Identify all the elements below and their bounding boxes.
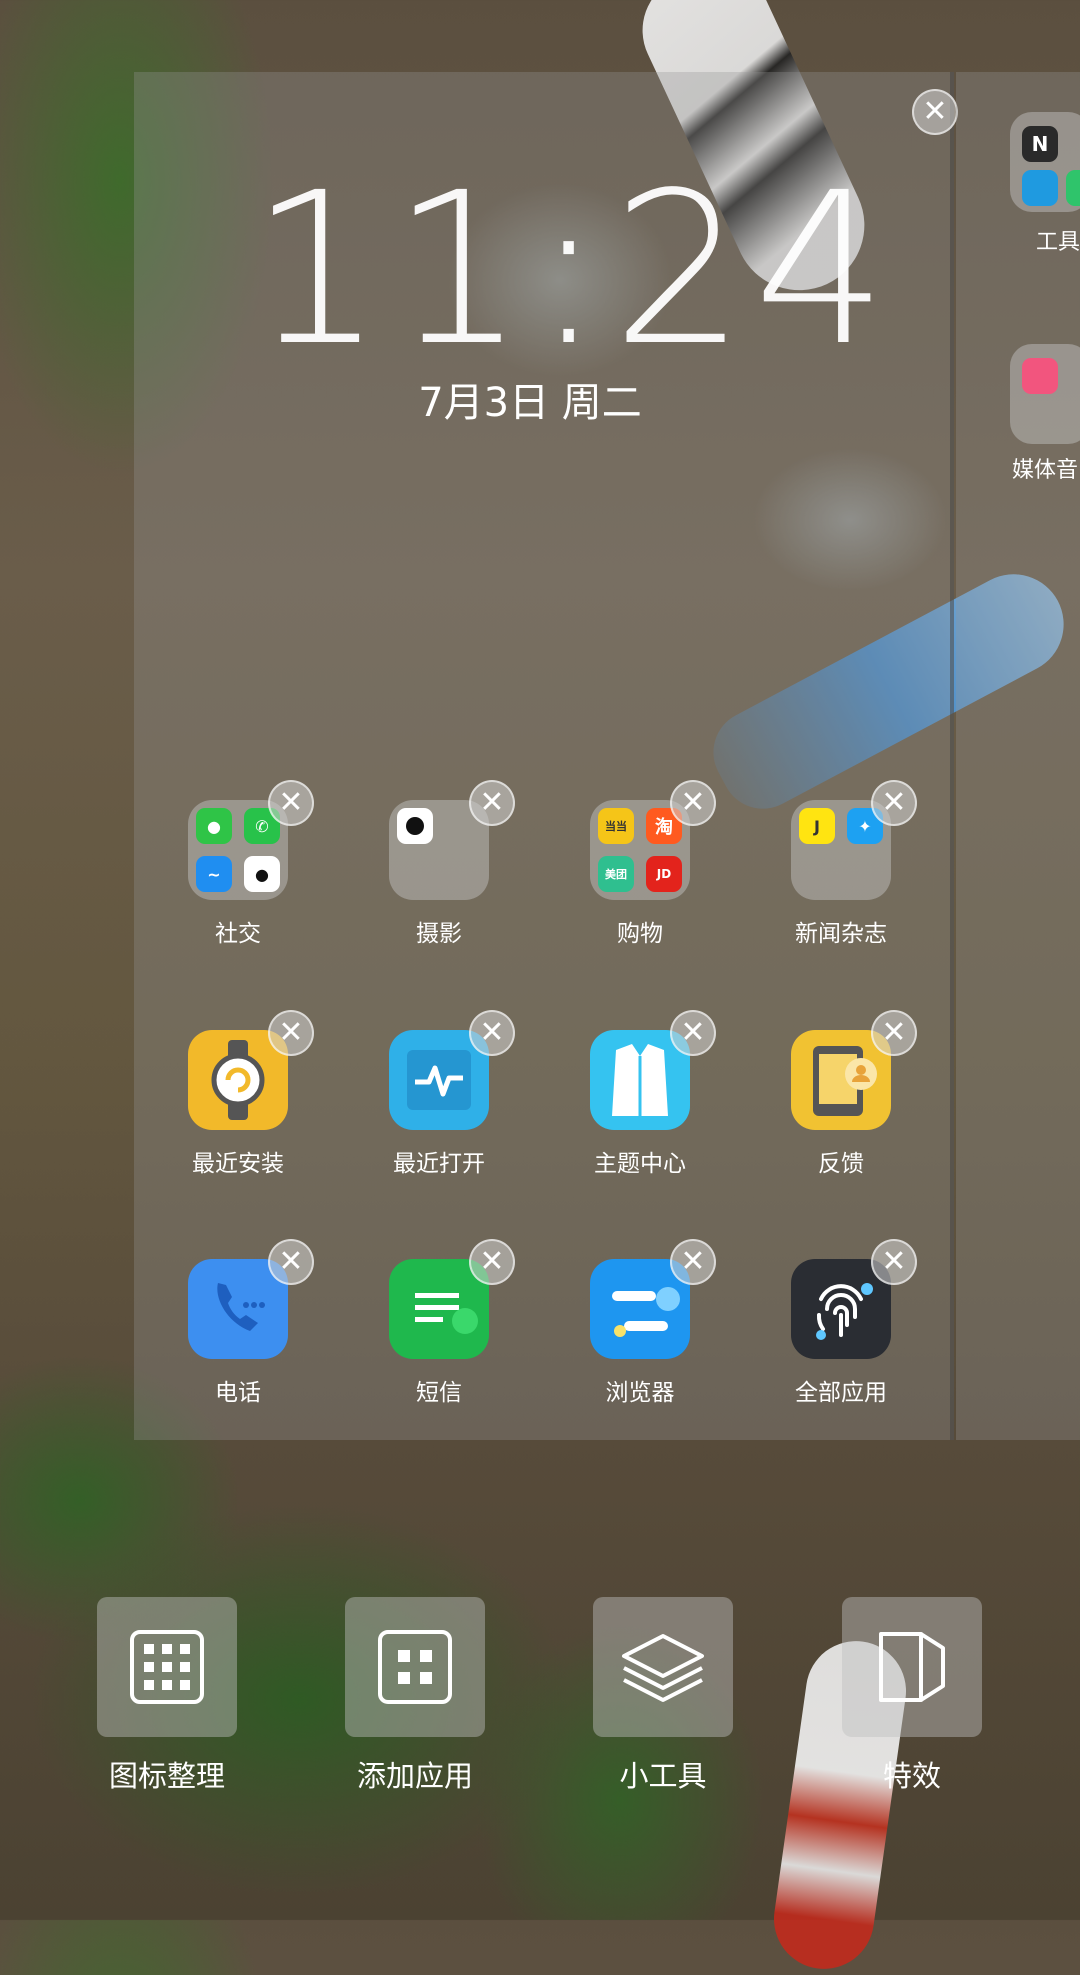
folder-photography[interactable]: 摄影 ✕	[349, 780, 529, 948]
qq-icon: ●	[244, 856, 280, 892]
dock-box	[345, 1597, 485, 1737]
remove-app-button[interactable]: ✕	[670, 780, 716, 826]
messenger-icon: ~	[196, 856, 232, 892]
remove-app-button[interactable]: ✕	[268, 1010, 314, 1056]
app-label: 最近打开	[393, 1151, 485, 1177]
app-all-apps[interactable]: 全部应用 ✕	[751, 1239, 931, 1407]
remove-app-button[interactable]: ✕	[268, 1239, 314, 1285]
dock-label: 小工具	[619, 1759, 707, 1793]
dock-add-apps[interactable]: 添加应用	[325, 1597, 505, 1795]
remove-app-button[interactable]: ✕	[871, 1239, 917, 1285]
remove-app-button[interactable]: ✕	[871, 780, 917, 826]
app-browser[interactable]: 浏览器 ✕	[550, 1239, 730, 1407]
tools-folder[interactable]: N	[1010, 112, 1080, 212]
dock-organize-icons[interactable]: 图标整理	[77, 1597, 257, 1795]
media-folder-label: 媒体音	[1012, 458, 1079, 483]
app-label: 电话	[215, 1380, 261, 1406]
next-page-preview[interactable]: N 工具 媒体音	[956, 72, 1080, 1440]
app-phone[interactable]: 电话 ✕	[148, 1239, 328, 1407]
app-label: 全部应用	[795, 1380, 887, 1406]
green-app-icon	[1066, 170, 1080, 206]
remove-app-button[interactable]: ✕	[268, 780, 314, 826]
dock-widgets[interactable]: 小工具	[573, 1597, 753, 1795]
app-label: 主题中心	[594, 1151, 686, 1177]
app-messages[interactable]: 短信 ✕	[349, 1239, 529, 1407]
app-theme-center[interactable]: 主题中心 ✕	[550, 1010, 730, 1178]
app-label: 反馈	[818, 1151, 864, 1177]
media-folder[interactable]	[1010, 344, 1080, 444]
notion-icon: N	[1022, 126, 1058, 162]
close-page-button[interactable]: ✕	[912, 89, 958, 135]
app-label: 新闻杂志	[795, 921, 887, 947]
bilibili-icon	[1022, 358, 1058, 394]
dock-box	[593, 1597, 733, 1737]
wechat-icon: ●	[196, 808, 232, 844]
add-app-icon	[378, 1630, 452, 1704]
app-recently-opened[interactable]: 最近打开 ✕	[349, 1010, 529, 1178]
dock-box	[842, 1597, 982, 1737]
remove-app-button[interactable]: ✕	[670, 1239, 716, 1285]
app-label: 最近安装	[192, 1151, 284, 1177]
jike-icon: J	[799, 808, 835, 844]
meituan-icon: 美团	[598, 856, 634, 892]
remove-app-button[interactable]: ✕	[469, 1239, 515, 1285]
folder-news[interactable]: J ✦ 新闻杂志 ✕	[751, 780, 931, 948]
folder-shopping[interactable]: 当当 淘 美团 JD 购物 ✕	[550, 780, 730, 948]
tools-folder-label: 工具	[1036, 230, 1080, 255]
app-label: 购物	[617, 921, 663, 947]
app-label: 摄影	[416, 921, 462, 947]
app-label: 短信	[416, 1380, 462, 1406]
clock-widget[interactable]: 11:24	[250, 165, 887, 375]
camera-app-icon	[397, 808, 433, 844]
date-text: 7月3日 周二	[418, 380, 642, 426]
remove-app-button[interactable]: ✕	[871, 1010, 917, 1056]
app-recently-installed[interactable]: 最近安装 ✕	[148, 1010, 328, 1178]
effect-icon	[879, 1632, 945, 1702]
app-feedback[interactable]: 反馈 ✕	[751, 1010, 931, 1178]
dock-label: 特效	[882, 1759, 941, 1793]
dangdang-icon: 当当	[598, 808, 634, 844]
play-store-icon	[1022, 170, 1058, 206]
layers-icon	[622, 1634, 704, 1702]
dock-effects[interactable]: 特效	[822, 1597, 1002, 1795]
dock-box	[97, 1597, 237, 1737]
remove-app-button[interactable]: ✕	[670, 1010, 716, 1056]
grid-icon	[130, 1630, 204, 1704]
folder-social[interactable]: ● ✆ ~ ● 社交 ✕	[148, 780, 328, 948]
app-label: 浏览器	[605, 1380, 675, 1406]
dock-label: 添加应用	[356, 1759, 473, 1793]
app-label: 社交	[215, 921, 261, 947]
dock-label: 图标整理	[108, 1759, 225, 1793]
remove-app-button[interactable]: ✕	[469, 780, 515, 826]
remove-app-button[interactable]: ✕	[469, 1010, 515, 1056]
jd-icon: JD	[646, 856, 682, 892]
